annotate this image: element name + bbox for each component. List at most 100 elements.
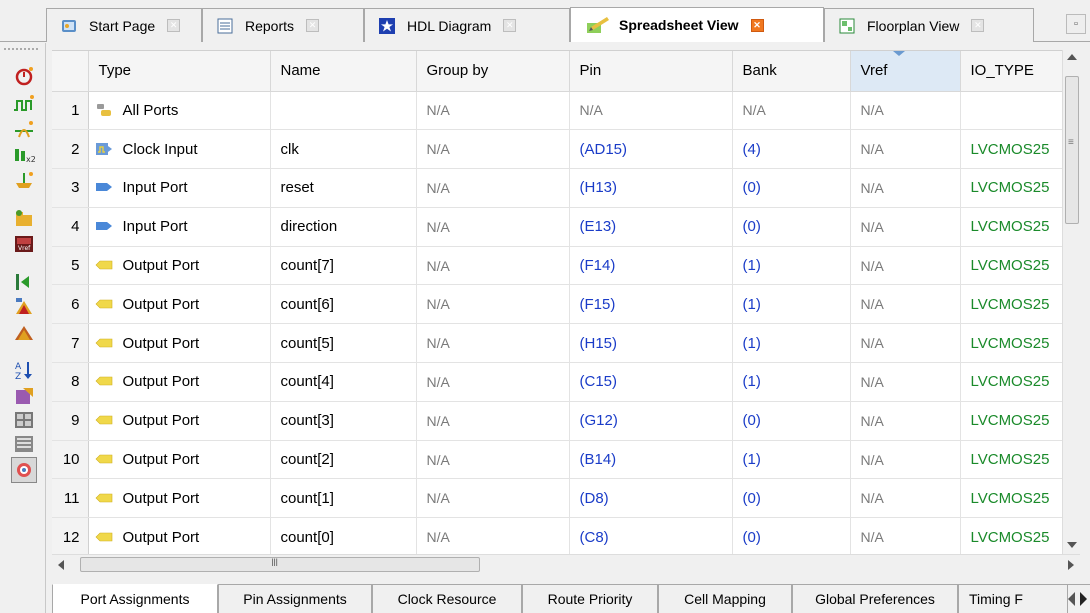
export-icon[interactable] bbox=[13, 385, 35, 407]
tab-reports[interactable]: Reports ✕ bbox=[202, 8, 364, 42]
bank-cell[interactable]: (0) bbox=[732, 478, 851, 519]
scroll-up-arrow-icon[interactable] bbox=[1067, 54, 1077, 60]
vref-cell[interactable]: N/A bbox=[850, 91, 961, 131]
column-header-io-type[interactable]: IO_TYPE bbox=[960, 51, 1062, 92]
column-header-group-by[interactable]: Group by bbox=[416, 51, 570, 92]
tab-start-page[interactable]: Start Page ✕ bbox=[46, 8, 202, 42]
vref-icon[interactable]: Vref bbox=[13, 233, 35, 255]
vref-cell[interactable]: N/A bbox=[850, 207, 961, 247]
waveform-icon[interactable] bbox=[13, 93, 35, 115]
group-by-cell[interactable]: N/A bbox=[416, 440, 570, 480]
io-type-cell[interactable]: LVCMOS25 bbox=[960, 440, 1062, 480]
io-type-cell[interactable]: LVCMOS25 bbox=[960, 168, 1062, 208]
table-row[interactable]: 6 Output Port count[6] N/A (F15) (1) N/A LVCMOS… bbox=[52, 284, 1062, 325]
row-number[interactable]: 2 bbox=[52, 129, 89, 170]
type-cell[interactable]: Output Port bbox=[88, 478, 271, 519]
column-header-type[interactable]: Type bbox=[88, 51, 271, 92]
row-number[interactable]: 12 bbox=[52, 517, 89, 554]
bank-cell[interactable]: (1) bbox=[732, 362, 851, 402]
pin-cell[interactable]: (G12) bbox=[569, 401, 733, 441]
vref-cell[interactable]: N/A bbox=[850, 129, 961, 170]
error-icon[interactable] bbox=[13, 321, 35, 343]
io-type-cell[interactable]: LVCMOS25 bbox=[960, 478, 1062, 519]
row-number[interactable]: 5 bbox=[52, 246, 89, 286]
pin-cell[interactable]: (C8) bbox=[569, 517, 733, 554]
type-cell[interactable]: Output Port bbox=[88, 401, 271, 441]
group-by-cell[interactable]: N/A bbox=[416, 517, 570, 554]
row-number[interactable]: 8 bbox=[52, 362, 89, 402]
table-row[interactable]: 8 Output Port count[4] N/A (C15) (1) N/A LVCMOS… bbox=[52, 362, 1062, 402]
vref-cell[interactable]: N/A bbox=[850, 517, 961, 554]
split-icon[interactable] bbox=[13, 271, 35, 293]
group-by-cell[interactable]: N/A bbox=[416, 168, 570, 208]
warning-icon[interactable] bbox=[13, 295, 35, 317]
row-number[interactable]: 6 bbox=[52, 284, 89, 325]
group-icon[interactable] bbox=[13, 409, 35, 431]
type-cell[interactable]: Output Port bbox=[88, 517, 271, 554]
bank-cell[interactable]: (1) bbox=[732, 440, 851, 480]
io-type-cell[interactable]: LVCMOS25 bbox=[960, 207, 1062, 247]
group-by-cell[interactable]: N/A bbox=[416, 207, 570, 247]
pin-lock-icon[interactable] bbox=[13, 119, 35, 141]
name-cell[interactable]: count[6] bbox=[270, 284, 417, 325]
name-cell[interactable]: count[7] bbox=[270, 246, 417, 286]
row-number[interactable]: 9 bbox=[52, 401, 89, 441]
corner-cell[interactable] bbox=[52, 51, 89, 92]
column-header-bank[interactable]: Bank bbox=[732, 51, 851, 92]
row-number[interactable]: 4 bbox=[52, 207, 89, 247]
group-by-cell[interactable]: N/A bbox=[416, 246, 570, 286]
table-row[interactable]: 3 Input Port reset N/A (H13) (0) N/A LVCMOS25 bbox=[52, 168, 1062, 208]
tab-clock-resource[interactable]: Clock Resource bbox=[372, 585, 522, 613]
table-row[interactable]: 10 Output Port count[2] N/A (B14) (1) N/A LVCMO… bbox=[52, 440, 1062, 480]
type-cell[interactable]: Clock Input bbox=[88, 129, 271, 170]
io-type-cell[interactable] bbox=[960, 91, 1062, 131]
name-cell[interactable]: count[0] bbox=[270, 517, 417, 554]
tabs-scroll-left-icon[interactable] bbox=[1068, 592, 1075, 606]
type-cell[interactable]: All Ports bbox=[88, 91, 271, 131]
pin-cell[interactable]: (H15) bbox=[569, 323, 733, 364]
group-by-cell[interactable]: N/A bbox=[416, 91, 570, 131]
table-row[interactable]: 4 Input Port direction N/A (E13) (0) N/A LVCMOS… bbox=[52, 207, 1062, 247]
pin-cell[interactable]: (AD15) bbox=[569, 129, 733, 170]
vref-cell[interactable]: N/A bbox=[850, 478, 961, 519]
type-cell[interactable]: Output Port bbox=[88, 362, 271, 402]
name-cell[interactable]: clk bbox=[270, 129, 417, 170]
probe-icon[interactable] bbox=[13, 169, 35, 191]
folder-icon[interactable] bbox=[13, 207, 35, 229]
group-by-cell[interactable]: N/A bbox=[416, 362, 570, 402]
vref-cell[interactable]: N/A bbox=[850, 284, 961, 325]
bank-cell[interactable]: (4) bbox=[732, 129, 851, 170]
name-cell[interactable]: reset bbox=[270, 168, 417, 208]
table-row[interactable]: 7 Output Port count[5] N/A (H15) (1) N/A LVCMOS… bbox=[52, 323, 1062, 364]
close-icon[interactable]: ✕ bbox=[306, 19, 320, 32]
type-cell[interactable]: Input Port bbox=[88, 207, 271, 247]
table-row[interactable]: 9 Output Port count[3] N/A (G12) (0) N/A LVCMOS… bbox=[52, 401, 1062, 441]
clock-preference-icon[interactable] bbox=[13, 65, 35, 87]
tab-floorplan-view[interactable]: Floorplan View ✕ bbox=[824, 8, 1034, 42]
tab-port-assignments[interactable]: Port Assignments bbox=[52, 584, 218, 613]
bank-cell[interactable]: (1) bbox=[732, 284, 851, 325]
io-type-cell[interactable]: LVCMOS25 bbox=[960, 362, 1062, 402]
table-row[interactable]: 5 Output Port count[7] N/A (F14) (1) N/A LVCMOS… bbox=[52, 246, 1062, 286]
bank-cell[interactable]: (1) bbox=[732, 246, 851, 286]
vref-cell[interactable]: N/A bbox=[850, 362, 961, 402]
row-number[interactable]: 3 bbox=[52, 168, 89, 208]
pin-cell[interactable]: (D8) bbox=[569, 478, 733, 519]
multiplier-icon[interactable]: x2 bbox=[13, 143, 36, 165]
tab-cell-mapping[interactable]: Cell Mapping bbox=[658, 585, 792, 613]
io-type-cell[interactable]: LVCMOS25 bbox=[960, 284, 1062, 325]
row-number[interactable]: 10 bbox=[52, 440, 89, 480]
name-cell[interactable]: count[2] bbox=[270, 440, 417, 480]
table-row[interactable]: 11 Output Port count[1] N/A (D8) (0) N/A LVCMOS… bbox=[52, 478, 1062, 519]
type-cell[interactable]: Output Port bbox=[88, 246, 271, 286]
io-type-cell[interactable]: LVCMOS25 bbox=[960, 246, 1062, 286]
type-cell[interactable]: Input Port bbox=[88, 168, 271, 208]
name-cell[interactable]: direction bbox=[270, 207, 417, 247]
tab-global-preferences[interactable]: Global Preferences bbox=[792, 585, 958, 613]
type-cell[interactable]: Output Port bbox=[88, 284, 271, 325]
close-icon[interactable]: ✕ bbox=[750, 18, 764, 32]
row-number[interactable]: 1 bbox=[52, 91, 89, 131]
tab-hdl-diagram[interactable]: HDL Diagram ✕ bbox=[364, 8, 570, 42]
group-by-cell[interactable]: N/A bbox=[416, 478, 570, 519]
name-cell[interactable]: count[4] bbox=[270, 362, 417, 402]
